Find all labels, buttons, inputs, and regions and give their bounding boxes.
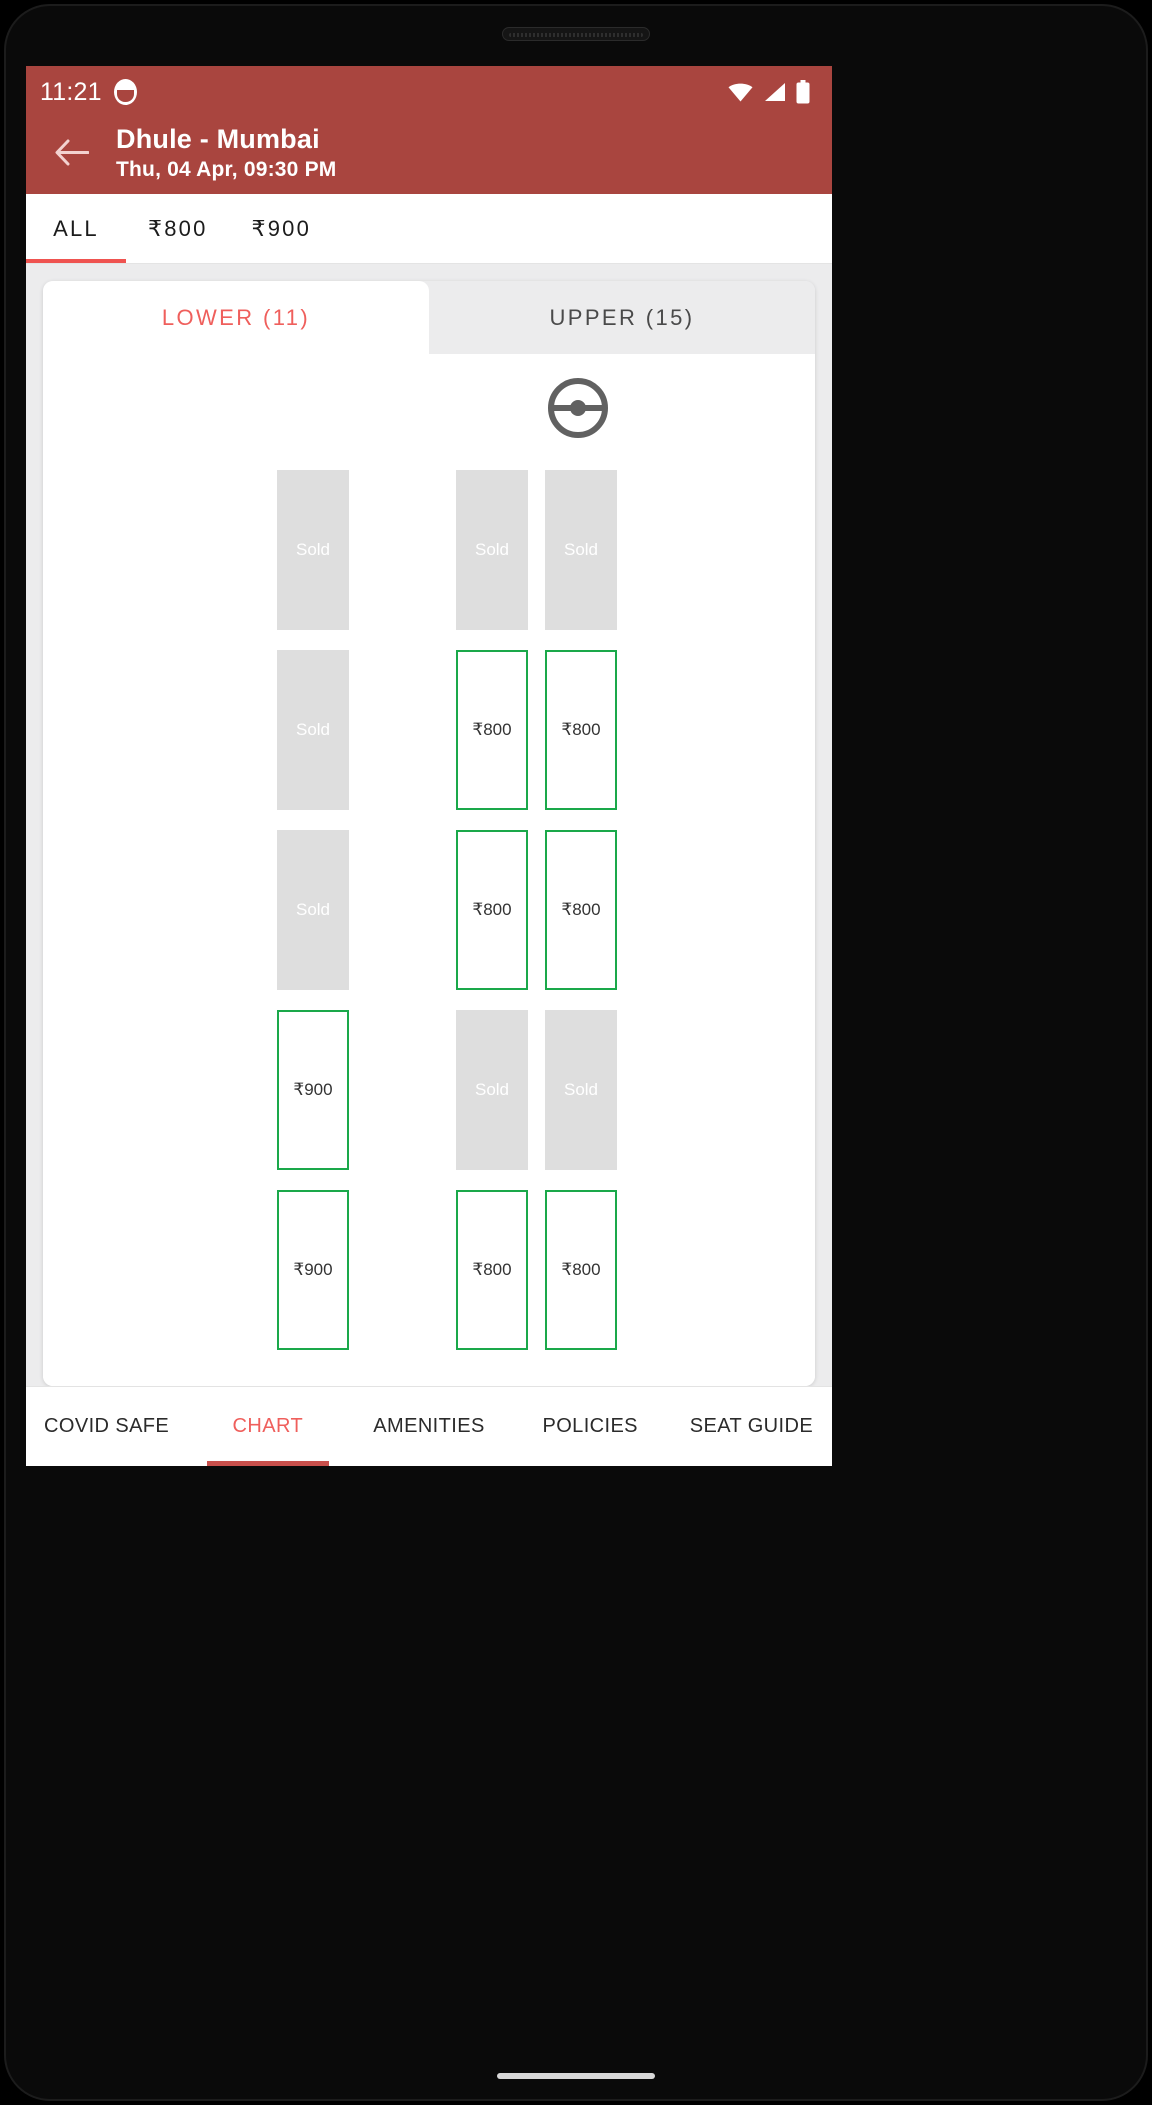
seat-label: Sold <box>295 720 331 739</box>
seat-row: ₹900 Sold Sold <box>43 1010 815 1190</box>
deck-seat-area: Sold Sold Sold Sold ₹800 ₹800 Sold ₹800 … <box>43 354 815 1386</box>
app-notification-icon <box>113 79 137 105</box>
page-title: Dhule - Mumbai <box>116 124 320 154</box>
nav-policies[interactable]: POLICIES <box>510 1387 671 1466</box>
deck-tabs: LOWER (11) UPPER (15) <box>43 281 815 354</box>
status-bar-left: 11:21 <box>40 78 137 107</box>
nav-amenities-label: AMENITIES <box>373 1415 485 1437</box>
seat-label: ₹800 <box>561 720 601 739</box>
price-tab-800[interactable]: ₹800 <box>126 194 230 263</box>
price-tab-900[interactable]: ₹900 <box>230 194 334 263</box>
seat-label: ₹800 <box>561 900 601 919</box>
seat[interactable]: ₹800 <box>456 650 528 810</box>
seat[interactable]: ₹800 <box>545 1190 617 1350</box>
earpiece-speaker <box>502 27 650 41</box>
seat-label: Sold <box>295 900 331 919</box>
seat-label: ₹900 <box>293 1080 333 1099</box>
tab-upper-deck-label: UPPER (15) <box>549 304 695 330</box>
seat-label: ₹800 <box>472 1260 512 1279</box>
nav-seat-guide-label: SEAT GUIDE <box>689 1415 814 1437</box>
seat[interactable]: ₹800 <box>545 650 617 810</box>
seat[interactable]: ₹900 <box>277 1010 349 1170</box>
bottom-nav: COVID SAFE CHART AMENITIES POLICIES SEAT… <box>26 1386 832 1466</box>
back-button[interactable] <box>46 127 98 179</box>
gesture-home-indicator[interactable] <box>497 2073 655 2079</box>
seat-label: Sold <box>563 540 599 559</box>
wifi-icon <box>728 83 753 102</box>
seat-row: ₹900 ₹800 ₹800 <box>43 1190 815 1370</box>
app-bar-titles: Dhule - Mumbai Thu, 04 Apr, 09:30 PM <box>116 123 337 183</box>
seat: Sold <box>277 830 349 990</box>
back-arrow-icon <box>55 139 89 166</box>
nav-covid-safe[interactable]: COVID SAFE <box>26 1387 187 1466</box>
seat: Sold <box>456 1010 528 1170</box>
tab-upper-deck[interactable]: UPPER (15) <box>429 281 815 354</box>
nav-chart[interactable]: CHART <box>187 1387 348 1466</box>
seat-selection-content: LOWER (11) UPPER (15) Sold Sold Sold Sol… <box>26 264 832 1386</box>
status-bar: 11:21 <box>26 66 832 118</box>
seat-label: ₹800 <box>472 900 512 919</box>
tab-lower-deck[interactable]: LOWER (11) <box>43 281 429 354</box>
price-tab-all[interactable]: ALL <box>26 194 126 263</box>
seat[interactable]: ₹800 <box>545 830 617 990</box>
nav-amenities[interactable]: AMENITIES <box>348 1387 509 1466</box>
seat-layout-card: LOWER (11) UPPER (15) Sold Sold Sold Sol… <box>43 281 815 1386</box>
seat-label: Sold <box>474 540 510 559</box>
nav-seat-guide[interactable]: SEAT GUIDE <box>671 1387 832 1466</box>
steering-wheel-icon <box>548 378 608 438</box>
seat[interactable]: ₹900 <box>277 1190 349 1350</box>
nav-covid-safe-label: COVID SAFE <box>44 1415 170 1437</box>
nav-chart-label: CHART <box>232 1415 304 1437</box>
seat-label: ₹900 <box>293 1260 333 1279</box>
signal-icon <box>762 82 787 102</box>
seat-label: Sold <box>295 540 331 559</box>
seat[interactable]: ₹800 <box>456 830 528 990</box>
seat: Sold <box>277 470 349 630</box>
tab-lower-deck-label: LOWER (11) <box>161 304 311 330</box>
seat[interactable]: ₹800 <box>456 1190 528 1350</box>
seat-label: Sold <box>563 1080 599 1099</box>
device-frame: 11:21 Dhule - Mumbai Thu, 04 Apr, 09:30 … <box>0 0 1152 2105</box>
seat-label: Sold <box>474 1080 510 1099</box>
price-tab-800-label: ₹800 <box>148 215 208 241</box>
seat: Sold <box>456 470 528 630</box>
price-tab-900-label: ₹900 <box>251 215 312 241</box>
battery-icon <box>796 80 810 104</box>
seat-row: Sold ₹800 ₹800 <box>43 830 815 1010</box>
status-bar-right <box>728 80 810 104</box>
seat: Sold <box>545 470 617 630</box>
seat-row: Sold Sold Sold <box>43 470 815 650</box>
seat: Sold <box>545 1010 617 1170</box>
phone-screen: 11:21 Dhule - Mumbai Thu, 04 Apr, 09:30 … <box>26 66 832 1466</box>
price-filter-tabs: ALL ₹800 ₹900 <box>26 194 832 264</box>
seat: Sold <box>277 650 349 810</box>
seat-label: ₹800 <box>561 1260 601 1279</box>
status-time: 11:21 <box>40 77 102 106</box>
seat-label: ₹800 <box>472 720 512 739</box>
nav-policies-label: POLICIES <box>542 1415 638 1437</box>
app-bar: Dhule - Mumbai Thu, 04 Apr, 09:30 PM <box>26 118 832 194</box>
seat-grid: Sold Sold Sold Sold ₹800 ₹800 Sold ₹800 … <box>43 470 815 1370</box>
seat-row: Sold ₹800 ₹800 <box>43 650 815 830</box>
price-tab-all-label: ALL <box>53 215 99 241</box>
journey-datetime: Thu, 04 Apr, 09:30 PM <box>116 158 337 181</box>
